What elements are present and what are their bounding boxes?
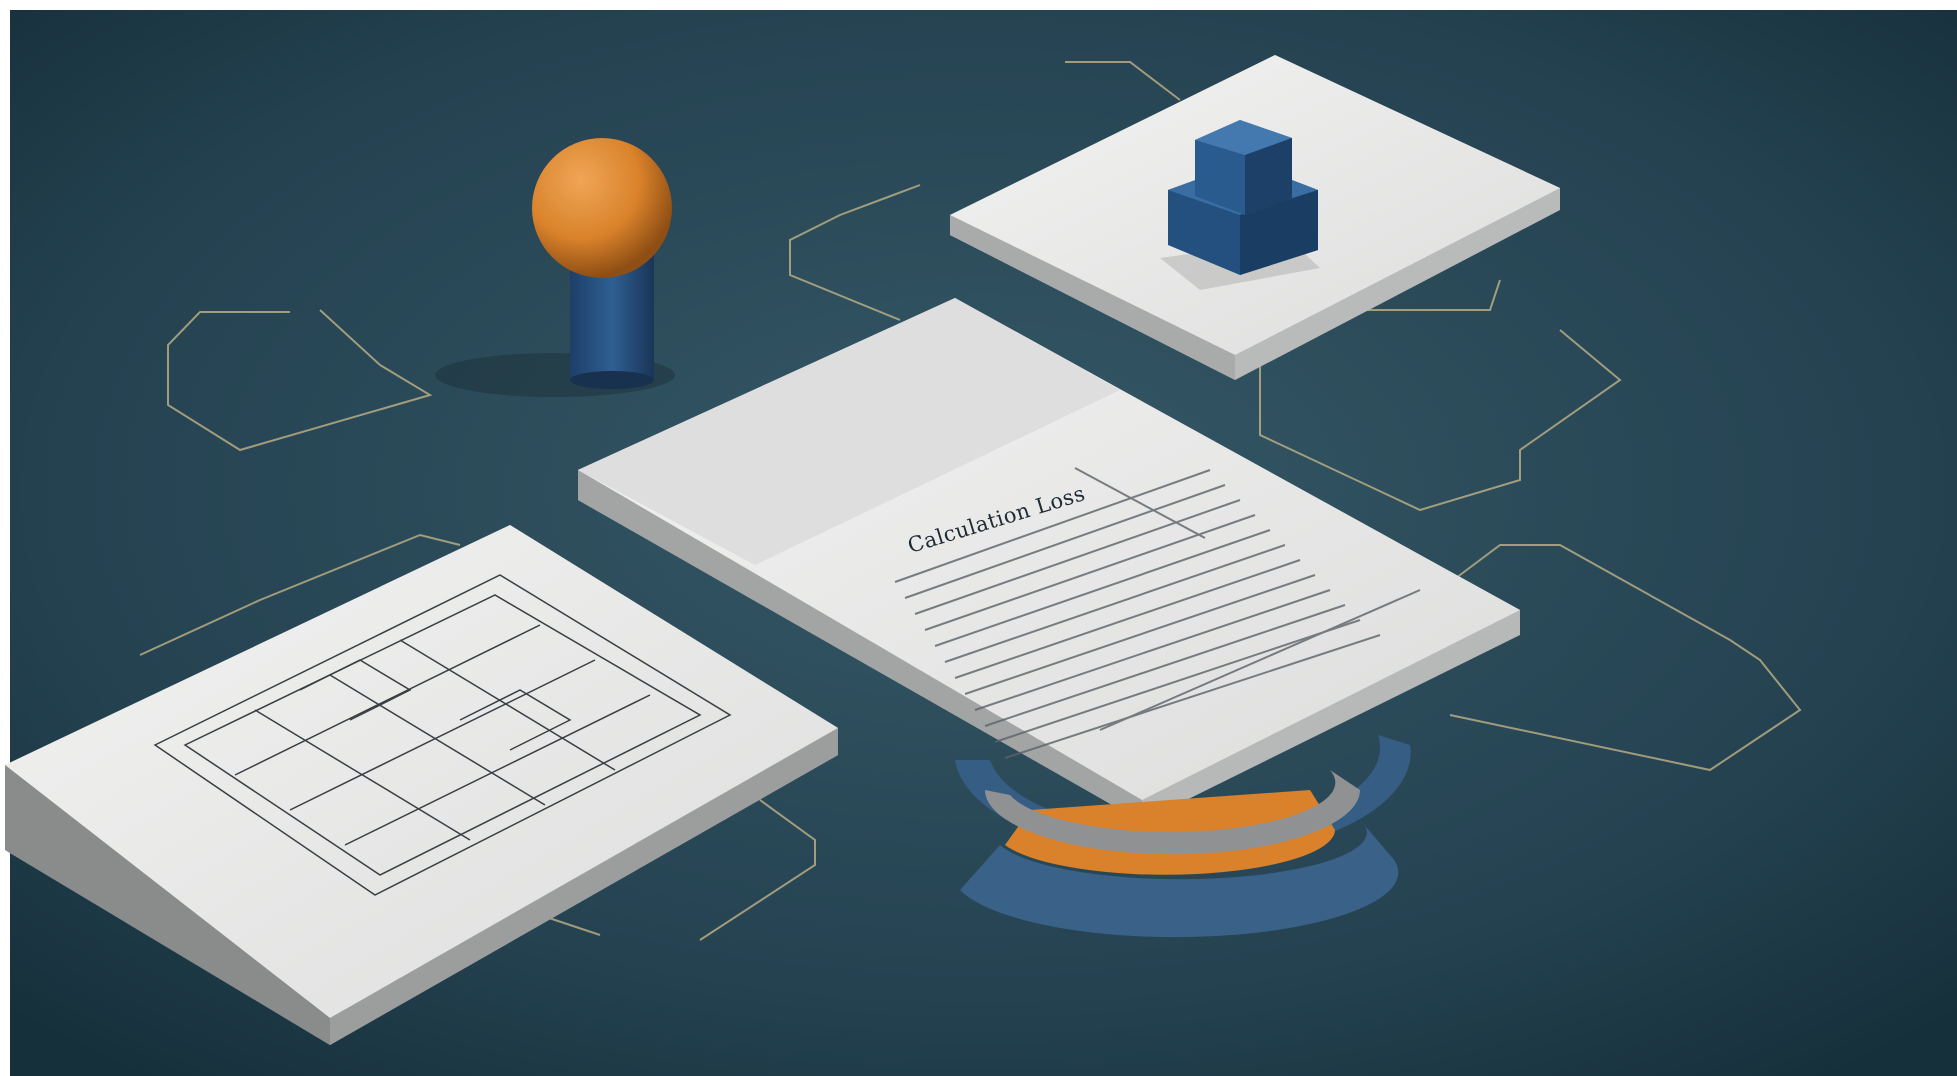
isometric-scene bbox=[5, 10, 1957, 1076]
illustration-frame: Calculation Loss bbox=[0, 0, 1957, 1076]
